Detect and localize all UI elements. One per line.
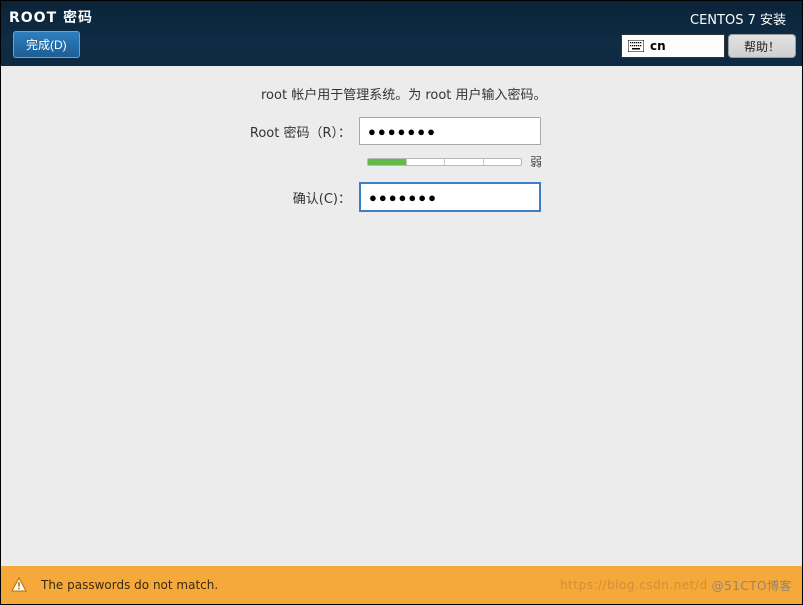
confirm-password-label: 确认(C)： [1, 188, 359, 207]
password-strength-bar [367, 158, 522, 166]
confirm-password-input[interactable] [359, 182, 541, 212]
root-password-label: Root 密码（R）： [1, 122, 359, 141]
root-password-input[interactable] [359, 117, 541, 145]
watermark-url: https://blog.csdn.net/d [560, 578, 707, 592]
strength-seg-2 [407, 159, 446, 165]
page-title: ROOT 密码 [7, 7, 93, 27]
watermark: https://blog.csdn.net/d @51CTO博客 [560, 577, 792, 594]
done-button[interactable]: 完成(D) [13, 31, 80, 58]
help-button[interactable]: 帮助！ [728, 34, 796, 58]
installer-name: CENTOS 7 安装 [690, 7, 796, 28]
strength-seg-1 [368, 159, 407, 165]
warning-message: The passwords do not match. [41, 578, 218, 592]
strength-seg-3 [445, 159, 484, 165]
keyboard-layout-code: cn [650, 39, 666, 53]
strength-seg-4 [484, 159, 522, 165]
warning-icon [11, 577, 27, 593]
keyboard-layout-indicator[interactable]: cn [621, 34, 725, 58]
keyboard-icon [628, 40, 644, 52]
warning-bar: The passwords do not match. https://blog… [1, 566, 802, 604]
watermark-credit: @51CTO博客 [712, 577, 792, 594]
form-body: root 帐户用于管理系统。为 root 用户输入密码。 Root 密码（R）：… [1, 66, 802, 566]
instruction-text: root 帐户用于管理系统。为 root 用户输入密码。 [261, 84, 802, 103]
installer-header: ROOT 密码 完成(D) CENTOS 7 安装 cn [1, 1, 802, 66]
password-strength-text: 弱 [530, 153, 542, 170]
